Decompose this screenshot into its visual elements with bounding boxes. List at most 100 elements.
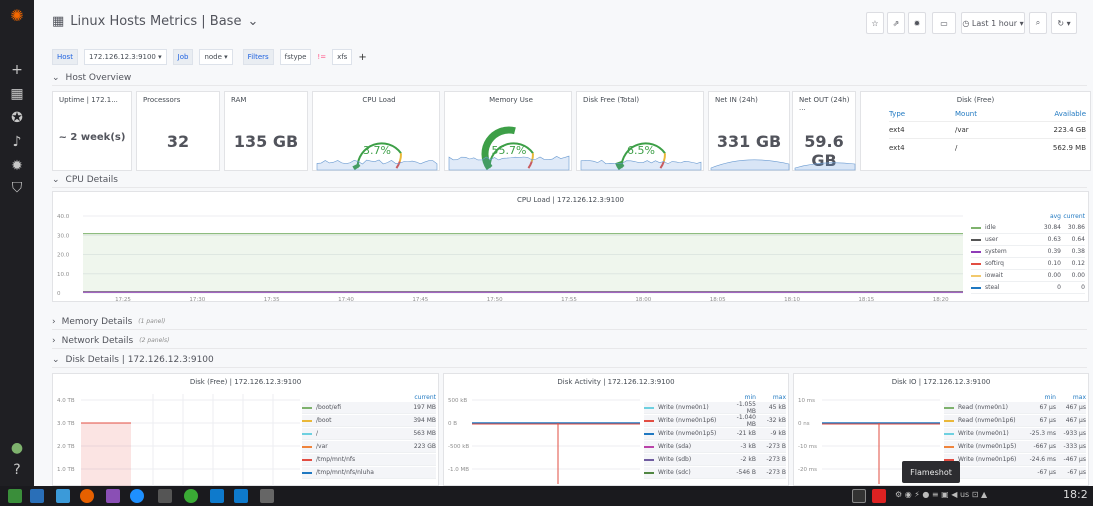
firefox-icon[interactable] <box>80 489 94 503</box>
legend-col-current[interactable]: current <box>1061 213 1085 220</box>
app-icon[interactable] <box>106 489 120 503</box>
explore-icon[interactable]: ✪ <box>0 110 34 126</box>
terminal-icon[interactable] <box>158 489 172 503</box>
dashboard-title[interactable]: ▦ Linux Hosts Metrics | Base ⌄ <box>52 14 258 29</box>
app2-icon[interactable] <box>184 489 198 503</box>
legend-value: -2 kB <box>726 456 756 463</box>
row-host-overview[interactable]: ⌄ Host Overview <box>52 70 1087 86</box>
host-select[interactable]: 172.126.12.3:9100 ▾ <box>84 49 167 65</box>
browser-icon[interactable] <box>130 489 144 503</box>
legend-item[interactable]: / 563 MB <box>302 428 436 440</box>
legend-value: 467 µs <box>1056 404 1086 411</box>
row-disk-details[interactable]: ⌄ Disk Details | 172.126.12.3:9100 <box>52 352 1087 368</box>
legend-item[interactable]: idle 30.84 30.86 <box>971 222 1085 234</box>
vscode-icon[interactable] <box>210 489 224 503</box>
legend-item[interactable]: softirq 0.10 0.12 <box>971 258 1085 270</box>
legend-value: -67 µs <box>1056 469 1086 476</box>
legend-name: steal <box>985 284 1037 291</box>
x-tick-label: 18:15 <box>858 297 874 303</box>
legend-col-avg[interactable]: avg <box>1037 213 1061 220</box>
legend-value: -273 B <box>756 456 786 463</box>
tv-mode-button[interactable]: ▭ <box>932 12 956 34</box>
legend-col[interactable]: current <box>406 394 436 401</box>
screen-icon[interactable] <box>852 489 866 503</box>
star-button[interactable]: ☆ <box>866 12 884 34</box>
legend-item[interactable]: /tmp/mnt/nfs <box>302 454 436 466</box>
legend-value: -21 kB <box>726 430 756 437</box>
avatar[interactable]: ● <box>0 440 34 456</box>
legend-item[interactable]: Write (nvme0n1) -25.3 ms -933 µs <box>944 428 1086 440</box>
legend-item[interactable]: -67 µs -67 µs <box>944 467 1086 479</box>
legend-item[interactable]: /tmp/mnt/nfs/nluha <box>302 467 436 479</box>
vscode2-icon[interactable] <box>234 489 248 503</box>
refresh-button[interactable]: ↻ ▾ <box>1051 12 1077 34</box>
legend-item[interactable]: system 0.39 0.38 <box>971 246 1085 258</box>
legend-item[interactable]: Read (nvme0n1p6) 67 µs 467 µs <box>944 415 1086 427</box>
shield-icon[interactable]: ⛉ <box>0 180 34 196</box>
row-cpu-details[interactable]: ⌄ CPU Details <box>52 172 1087 188</box>
filter-key[interactable]: fstype <box>280 49 312 65</box>
legend-item[interactable]: Read (nvme0n1) 67 µs 467 µs <box>944 402 1086 414</box>
row-network-details[interactable]: › Network Details (2 panels) <box>52 333 1087 349</box>
time-picker[interactable]: ◷ Last 1 hour ▾ <box>961 12 1025 34</box>
legend-item[interactable]: Write (nvme0n1) -1.055 MB 45 kB <box>644 402 786 414</box>
grafana-logo-icon[interactable]: ✺ <box>0 6 34 25</box>
legend-col[interactable]: min <box>1026 394 1056 401</box>
legend-col[interactable]: min <box>726 394 756 401</box>
start-menu-icon[interactable] <box>8 489 22 503</box>
files-icon[interactable] <box>30 489 44 503</box>
legend-col[interactable]: max <box>1056 394 1086 401</box>
legend-item[interactable]: Write (sda) -3 kB -273 B <box>644 441 786 453</box>
legend-item[interactable]: iowait 0.00 0.00 <box>971 270 1085 282</box>
x-tick-label: 17:50 <box>487 297 503 303</box>
share-button[interactable]: ⇗ <box>887 12 905 34</box>
filter-operator[interactable]: != <box>317 53 326 61</box>
image-icon[interactable] <box>260 489 274 503</box>
row-memory-details[interactable]: › Memory Details (1 panel) <box>52 314 1087 330</box>
col-mount[interactable]: Mount <box>955 110 1039 121</box>
legend-name: idle <box>985 224 1037 231</box>
gear-icon[interactable]: ✹ <box>0 158 34 174</box>
legend-swatch <box>971 275 981 277</box>
legend-item[interactable]: /boot/efi 197 MB <box>302 402 436 414</box>
col-type[interactable]: Type <box>889 110 955 121</box>
legend-value: 394 MB <box>406 417 436 424</box>
legend-value: -273 B <box>756 469 786 476</box>
zoom-out-button[interactable]: ⌕ <box>1029 12 1047 34</box>
gauge-arc <box>400 153 401 161</box>
add-filter-button[interactable]: + <box>358 52 366 63</box>
dashboards-icon[interactable]: ▦ <box>0 86 34 102</box>
flameshot-tooltip: Flameshot <box>902 461 960 483</box>
plus-icon[interactable]: + <box>0 62 34 78</box>
legend-header: min max <box>644 392 786 402</box>
legend-item[interactable]: /var 223 GB <box>302 441 436 453</box>
filter-value[interactable]: xfs <box>332 49 352 65</box>
gauge-value: 55.7% <box>492 144 527 157</box>
stat-panel-6: Net IN (24h) 331 GB <box>708 91 790 171</box>
settings-button[interactable]: ✹ <box>908 12 926 34</box>
col-available[interactable]: Available <box>1039 110 1086 121</box>
folder-icon[interactable] <box>56 489 70 503</box>
flameshot-tray-icon[interactable] <box>872 489 886 503</box>
alert-bell-icon[interactable]: ♪ <box>0 134 34 150</box>
y-tick-label: 40.0 <box>57 214 70 220</box>
legend-swatch <box>644 420 654 422</box>
legend-value: -667 µs <box>1026 443 1056 450</box>
legend-item[interactable]: /boot 394 MB <box>302 415 436 427</box>
legend-item[interactable]: Write (nvme0n1p5) -667 µs -333 µs <box>944 441 1086 453</box>
legend-item[interactable]: Write (nvme0n1p6) -1.040 MB -32 kB <box>644 415 786 427</box>
legend-item[interactable]: Write (sdc) -546 B -273 B <box>644 467 786 479</box>
legend-value: 0.00 <box>1037 272 1061 279</box>
legend-swatch <box>302 433 312 435</box>
legend-col[interactable]: max <box>756 394 786 401</box>
legend-value: -546 B <box>726 469 756 476</box>
legend-item[interactable]: Write (nvme0n1p6) -24.6 ms -467 µs <box>944 454 1086 466</box>
legend-item[interactable]: Write (sdb) -2 kB -273 B <box>644 454 786 466</box>
legend-item[interactable]: steal 0 0 <box>971 282 1085 294</box>
help-icon[interactable]: ? <box>0 462 34 478</box>
job-select[interactable]: node ▾ <box>199 49 232 65</box>
legend-item[interactable]: user 0.63 0.64 <box>971 234 1085 246</box>
stat-panel-5: Disk Free (Total) 6.5% <box>576 91 704 171</box>
tray-icons[interactable]: ⚙ ◉ ⚡ ● ≡ ▣ ◀ us ⊡ ▲ <box>895 490 987 499</box>
legend-item[interactable]: Write (nvme0n1p5) -21 kB -9 kB <box>644 428 786 440</box>
